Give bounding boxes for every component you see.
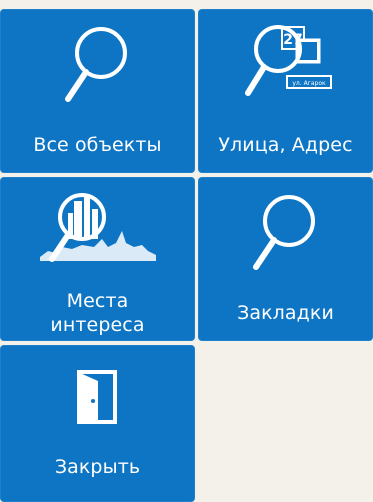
street-address-label: Улица, Адрес [218, 134, 353, 156]
close-label: Закрыть [54, 456, 141, 478]
magnifier-icon [198, 187, 373, 283]
all-objects-button[interactable]: Все объекты [0, 9, 195, 173]
street-sign-text: ул. Агарок [292, 80, 326, 87]
city-search-icon [0, 187, 195, 277]
places-of-interest-label-line2: интереса [50, 314, 145, 336]
all-objects-label: Все объекты [33, 134, 162, 156]
close-button[interactable]: Закрыть [0, 345, 195, 502]
places-of-interest-label: Места интереса [0, 289, 195, 337]
street-address-search-icon: 27 ул. Агарок [198, 19, 373, 115]
street-address-button[interactable]: 27 ул. Агарок Улица, Адрес [198, 9, 373, 173]
bookmarks-label: Закладки [237, 302, 334, 324]
places-of-interest-button[interactable]: Места интереса [0, 177, 195, 341]
bookmarks-button[interactable]: Закладки [198, 177, 373, 341]
places-of-interest-label-line1: Места [66, 290, 129, 312]
exit-door-icon [0, 369, 195, 425]
magnifier-icon [0, 19, 195, 115]
